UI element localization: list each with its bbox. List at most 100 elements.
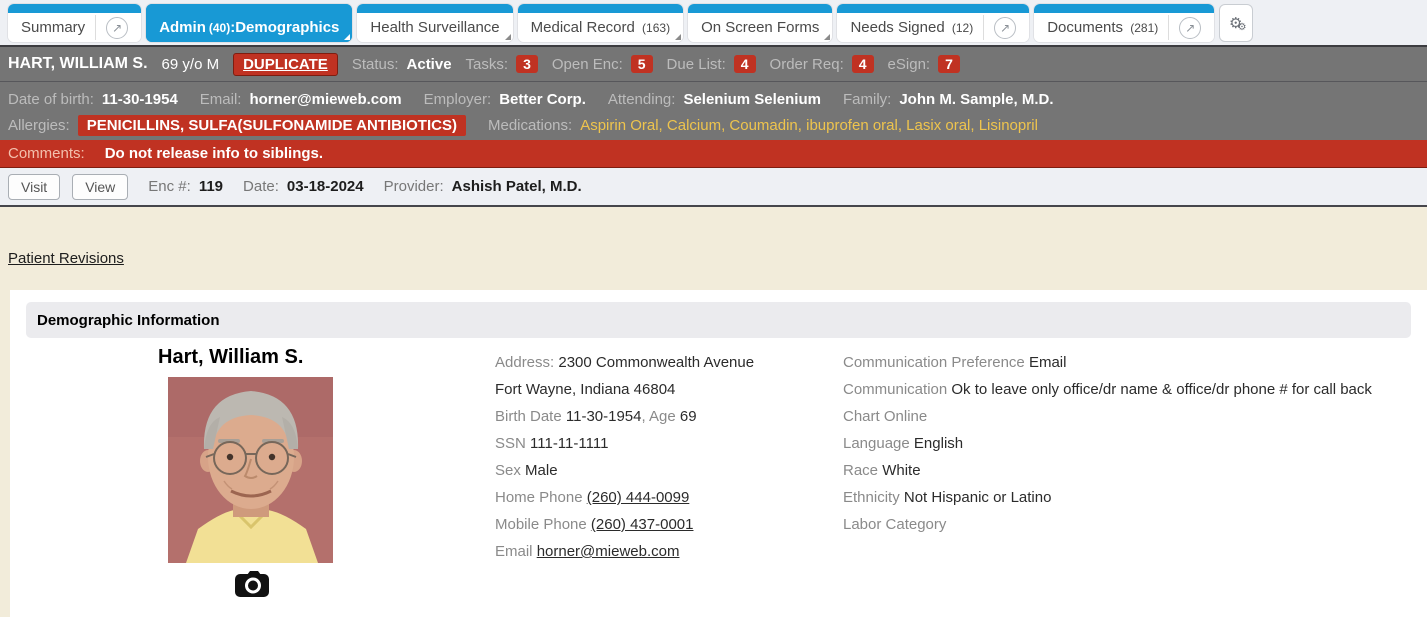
tab-needs-signed-label: Needs Signed (12) bbox=[850, 19, 973, 36]
enc-date-value: 03-18-2024 bbox=[287, 178, 364, 195]
email-link[interactable]: horner@mieweb.com bbox=[537, 543, 680, 560]
language-row: Language English bbox=[843, 430, 1427, 457]
labor-category-row: Labor Category bbox=[843, 511, 1427, 538]
dob-label: Date of birth: bbox=[8, 91, 94, 108]
tab-health-surveillance[interactable]: Health Surveillance bbox=[357, 4, 512, 42]
communication-label: Communication bbox=[843, 381, 947, 398]
attending-label: Attending: bbox=[608, 91, 676, 108]
home-phone-label: Home Phone bbox=[495, 489, 583, 506]
sex-row: Sex Male bbox=[495, 457, 840, 484]
provider-label: Provider: bbox=[384, 178, 444, 195]
open-enc-count-badge[interactable]: 5 bbox=[631, 55, 653, 73]
patient-details-banner: Date of birth: 11-30-1954 Email: horner@… bbox=[0, 81, 1427, 140]
language-label: Language bbox=[843, 435, 910, 452]
tab-admin-label: Admin(40):Demographics bbox=[159, 19, 339, 36]
popout-icon[interactable]: ↗ bbox=[106, 17, 128, 39]
tab-medical-label: Medical Record (163) bbox=[531, 19, 670, 36]
comments-label: Comments: bbox=[8, 145, 85, 162]
mobile-phone-label: Mobile Phone bbox=[495, 516, 587, 533]
due-list-label: Due List: bbox=[667, 56, 726, 73]
sex-label: Sex bbox=[495, 462, 521, 479]
address-line2: Fort Wayne, Indiana 46804 bbox=[495, 381, 675, 398]
tab-accent-strip bbox=[518, 4, 683, 13]
communication-value: Ok to leave only office/dr name & office… bbox=[951, 381, 1372, 398]
due-list-count-badge[interactable]: 4 bbox=[734, 55, 756, 73]
tab-documents-count: (281) bbox=[1130, 21, 1158, 35]
address-line1: 2300 Commonwealth Avenue bbox=[558, 354, 754, 371]
view-button[interactable]: View bbox=[72, 174, 128, 200]
communication-row: Communication Ok to leave only office/dr… bbox=[843, 376, 1427, 403]
comm-pref-row: Communication Preference Email bbox=[843, 349, 1427, 376]
tab-divider bbox=[983, 15, 984, 40]
email-value: horner@mieweb.com bbox=[249, 91, 401, 108]
chevron-corner-icon bbox=[675, 34, 681, 40]
home-phone-link[interactable]: (260) 444-0099 bbox=[587, 489, 690, 506]
tab-admin-demographics[interactable]: Admin(40):Demographics bbox=[146, 4, 352, 42]
duplicate-badge[interactable]: DUPLICATE bbox=[233, 53, 338, 76]
address-label: Address: bbox=[495, 354, 554, 371]
demographics-patient-name: Hart, William S. bbox=[158, 346, 303, 369]
birth-date-value: 11-30-1954 bbox=[566, 408, 642, 425]
demographics-section-header: Demographic Information bbox=[26, 302, 1411, 338]
esign-count-badge[interactable]: 7 bbox=[938, 55, 960, 73]
ssn-value: 111-11-1111 bbox=[530, 435, 608, 452]
email-label: Email bbox=[495, 543, 533, 560]
comm-pref-label: Communication Preference bbox=[843, 354, 1025, 371]
chevron-corner-icon bbox=[505, 34, 511, 40]
mobile-phone-row: Mobile Phone (260) 437-0001 bbox=[495, 511, 840, 538]
tab-documents[interactable]: Documents (281) ↗ bbox=[1034, 4, 1214, 42]
tab-divider bbox=[1168, 15, 1169, 40]
ssn-row: SSN 111-11-1111 bbox=[495, 430, 840, 457]
email-label: Email: bbox=[200, 91, 242, 108]
status-value: Active bbox=[407, 56, 452, 73]
comments-text: Do not release info to siblings. bbox=[105, 145, 323, 162]
enc-number-value: 119 bbox=[199, 178, 223, 195]
camera-icon[interactable] bbox=[234, 570, 270, 598]
visit-button[interactable]: Visit bbox=[8, 174, 60, 200]
address-row: Address: 2300 Commonwealth Avenue bbox=[495, 349, 840, 376]
tab-accent-strip bbox=[1034, 4, 1214, 13]
contact-info-column: Address: 2300 Commonwealth Avenue Fort W… bbox=[495, 349, 840, 565]
chart-online-label: Chart Online bbox=[843, 408, 927, 425]
tab-summary-label: Summary bbox=[21, 19, 85, 36]
app-root: Summary ↗ Admin(40):Demographics Health … bbox=[0, 0, 1427, 617]
demographics-panel: Demographic Information Hart, William S. bbox=[10, 290, 1427, 617]
tab-documents-label: Documents (281) bbox=[1047, 19, 1158, 36]
tab-on-screen-forms[interactable]: On Screen Forms bbox=[688, 4, 832, 42]
preferences-column: Communication Preference Email Communica… bbox=[843, 349, 1427, 538]
tab-medical-record[interactable]: Medical Record (163) bbox=[518, 4, 683, 42]
ethnicity-value: Not Hispanic or Latino bbox=[904, 489, 1052, 506]
tasks-count-badge[interactable]: 3 bbox=[516, 55, 538, 73]
encounter-bar: Visit View Enc #: 119 Date: 03-18-2024 P… bbox=[0, 168, 1427, 207]
sex-value: Male bbox=[525, 462, 558, 479]
enc-number-label: Enc #: bbox=[148, 178, 191, 195]
patient-revisions-link[interactable]: Patient Revisions bbox=[8, 250, 124, 267]
allergies-badge[interactable]: PENICILLINS, SULFA(SULFONAMIDE ANTIBIOTI… bbox=[78, 115, 466, 136]
order-req-count-badge[interactable]: 4 bbox=[852, 55, 874, 73]
enc-date-label: Date: bbox=[243, 178, 279, 195]
tab-summary[interactable]: Summary ↗ bbox=[8, 4, 141, 42]
esign-label: eSign: bbox=[888, 56, 931, 73]
settings-gears-button[interactable]: ⚙⚙ bbox=[1219, 4, 1253, 42]
chevron-corner-icon bbox=[344, 34, 350, 40]
race-row: Race White bbox=[843, 457, 1427, 484]
tab-divider bbox=[95, 15, 96, 40]
tab-needs-signed[interactable]: Needs Signed (12) ↗ bbox=[837, 4, 1029, 42]
popout-icon[interactable]: ↗ bbox=[994, 17, 1016, 39]
tab-accent-strip bbox=[8, 4, 141, 13]
tab-accent-strip bbox=[357, 4, 512, 13]
popout-icon[interactable]: ↗ bbox=[1179, 17, 1201, 39]
order-req-label: Order Req: bbox=[770, 56, 844, 73]
comm-pref-value: Email bbox=[1029, 354, 1067, 371]
tab-admin-count: (40) bbox=[209, 21, 230, 35]
age-label: , Age bbox=[642, 408, 676, 425]
mobile-phone-link[interactable]: (260) 437-0001 bbox=[591, 516, 694, 533]
tab-forms-label: On Screen Forms bbox=[701, 19, 819, 36]
medications-list[interactable]: Aspirin Oral, Calcium, Coumadin, ibuprof… bbox=[580, 117, 1038, 134]
birth-date-label: Birth Date bbox=[495, 408, 562, 425]
ethnicity-row: Ethnicity Not Hispanic or Latino bbox=[843, 484, 1427, 511]
provider-value: Ashish Patel, M.D. bbox=[452, 178, 582, 195]
comments-bar: Comments: Do not release info to sibling… bbox=[0, 140, 1427, 168]
patient-age-sex: 69 y/o M bbox=[162, 56, 220, 73]
employer-value: Better Corp. bbox=[499, 91, 586, 108]
